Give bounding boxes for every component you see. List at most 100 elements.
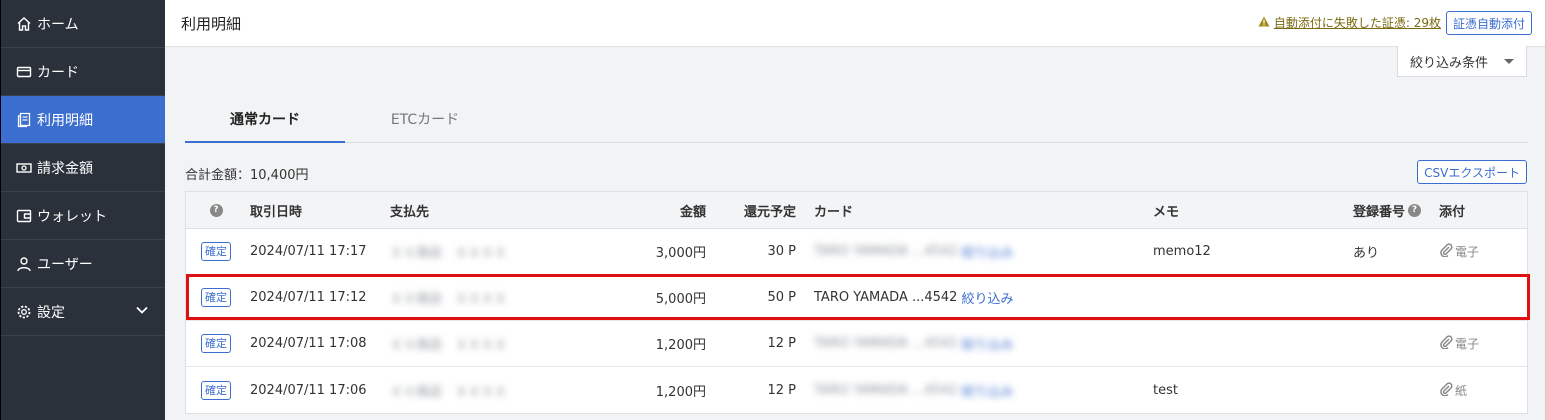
card-filter-link[interactable]: 絞り込み [961, 242, 1013, 261]
status-badge: 確定 [201, 334, 231, 353]
paperclip-icon [1439, 243, 1453, 260]
auto-attach-button[interactable]: 証憑自動添付 [1445, 11, 1532, 35]
transaction-date: 2024/07/11 17:12 [250, 290, 367, 305]
attachment[interactable]: 電子 [1439, 229, 1479, 274]
filter-conditions-button[interactable]: 絞り込み条件 [1397, 46, 1527, 77]
transaction-date: 2024/07/11 17:06 [250, 382, 367, 398]
attachment-type: 紙 [1455, 383, 1468, 398]
amount: 1,200円 [655, 338, 706, 353]
attachment-type: 電子 [1455, 245, 1480, 259]
topbar: 利用明細 自動添付に失敗した証憑: 29枚 証憑自動添付 [165, 0, 1545, 47]
card-icon [15, 63, 33, 81]
statement-icon [15, 111, 33, 129]
sidebar-item-label: 利用明細 [37, 112, 93, 129]
caret-down-icon [1504, 59, 1514, 64]
header-registration: 登録番号 ? [1353, 192, 1422, 228]
status-badge: 確定 [201, 380, 231, 400]
amount: 1,200円 [655, 384, 706, 400]
amount: 3,000円 [655, 246, 706, 261]
card-filter-link[interactable]: 絞り込み [961, 334, 1013, 353]
card-info: TARO YAMADA ...4542 絞り込み [814, 321, 1013, 366]
header-attachment: 添付 [1439, 204, 1466, 220]
transactions-table: ? 取引日時 支払先 金額 還元予定 カード メモ 登録番号 ? 添付 確定 2… [185, 191, 1528, 414]
header-amount: 金額 [679, 204, 706, 220]
header-date: 取引日時 [250, 204, 303, 220]
paperclip-icon [1439, 335, 1453, 352]
sidebar-item-wallet[interactable]: ウォレット [1, 192, 165, 240]
attachment[interactable]: 電子 [1439, 321, 1479, 366]
sidebar: ホーム カード 利用明細 請求金額 ウォレット ユーザー 設定 [0, 0, 165, 420]
header-memo: メモ [1153, 204, 1180, 220]
sidebar-item-billing[interactable]: 請求金額 [1, 144, 165, 192]
money-icon [15, 159, 33, 177]
attachment-type: 電子 [1455, 337, 1480, 351]
gear-icon [15, 303, 33, 321]
total-amount: 合計金額：10,400円 [185, 168, 309, 183]
sidebar-item-label: ウォレット [37, 208, 107, 225]
registration-number: あり [1353, 246, 1380, 261]
card-filter-link[interactable]: 絞り込み [961, 288, 1013, 307]
failed-attachments-link[interactable]: 自動添付に失敗した証憑: 29枚 [1274, 14, 1441, 31]
page-title: 利用明細 [181, 14, 242, 33]
chevron-down-icon[interactable] [135, 303, 149, 321]
home-icon [15, 15, 33, 33]
wallet-icon [15, 207, 33, 225]
main-content: 利用明細 自動添付に失敗した証憑: 29枚 証憑自動添付 絞り込み条件 通常カー… [165, 0, 1546, 420]
user-icon [15, 255, 33, 273]
payee: ＸＸ商店 ＸＸＸＸ [390, 384, 508, 400]
card-holder: TARO YAMADA ...4542 [814, 290, 958, 305]
sidebar-item-statement[interactable]: 利用明細 [1, 96, 165, 144]
card-info: TARO YAMADA ...4542 絞り込み [814, 275, 1013, 320]
sidebar-item-label: カード [37, 64, 79, 81]
tab-normal-card[interactable]: 通常カード [185, 96, 345, 143]
points: 50 P [767, 290, 796, 305]
payee: ＸＸ商店 ＸＸＸＸ [390, 246, 508, 261]
paperclip-icon [1439, 381, 1453, 399]
header-card: カード [814, 204, 854, 220]
memo: memo12 [1153, 244, 1211, 259]
memo: test [1153, 382, 1178, 398]
status-badge: 確定 [201, 242, 231, 261]
header-payee: 支払先 [390, 204, 430, 220]
payee: ＸＸ商店 ＸＸＸＸ [390, 292, 508, 307]
sidebar-item-home[interactable]: ホーム [1, 0, 165, 48]
table-row[interactable]: 確定 2024/07/11 17:12 ＸＸ商店 ＸＸＸＸ 5,000円 50 … [186, 275, 1527, 321]
help-icon[interactable]: ? [1408, 203, 1422, 217]
table-row[interactable]: 確定 2024/07/11 17:08 ＸＸ商店 ＸＸＸＸ 1,200円 12 … [186, 321, 1527, 367]
payee: ＸＸ商店 ＸＸＸＸ [390, 338, 508, 353]
amount: 5,000円 [655, 292, 706, 307]
sidebar-item-card[interactable]: カード [1, 48, 165, 96]
card-info: TARO YAMADA ...4542 絞り込み [814, 229, 1013, 274]
header-registration-label: 登録番号 [1353, 204, 1406, 220]
status-badge: 確定 [201, 288, 231, 307]
card-holder: TARO YAMADA ...4542 [814, 244, 958, 259]
card-holder: TARO YAMADA ...4542 [814, 382, 958, 398]
table-row[interactable]: 確定 2024/07/11 17:06 ＸＸ商店 ＸＸＸＸ 1,200円 12 … [186, 367, 1527, 413]
attachment[interactable]: 紙 [1439, 367, 1467, 413]
sidebar-item-user[interactable]: ユーザー [1, 240, 165, 288]
sidebar-item-label: 請求金額 [37, 160, 93, 177]
points: 12 P [767, 336, 796, 351]
attachment-warning: 自動添付に失敗した証憑: 29枚 [1258, 14, 1441, 31]
filter-label: 絞り込み条件 [1410, 55, 1489, 71]
status-help-cell[interactable]: ? [204, 192, 228, 228]
help-icon[interactable]: ? [209, 203, 223, 217]
sidebar-item-label: ホーム [37, 16, 79, 33]
card-holder: TARO YAMADA ...4542 [814, 336, 958, 351]
card-info: TARO YAMADA ...4542 絞り込み [814, 367, 1013, 413]
tab-etc-card[interactable]: ETCカード [345, 96, 505, 142]
table-header: ? 取引日時 支払先 金額 還元予定 カード メモ 登録番号 ? 添付 [186, 192, 1527, 229]
warning-icon [1258, 16, 1270, 30]
card-tabs: 通常カード ETCカード [185, 96, 1528, 143]
sidebar-item-settings[interactable]: 設定 [1, 288, 165, 336]
points: 30 P [767, 244, 796, 259]
header-points: 還元予定 [743, 204, 796, 220]
card-filter-link[interactable]: 絞り込み [961, 381, 1013, 400]
sidebar-item-label: 設定 [37, 304, 65, 321]
points: 12 P [767, 382, 796, 398]
table-row[interactable]: 確定 2024/07/11 17:17 ＸＸ商店 ＸＸＸＸ 3,000円 30 … [186, 229, 1527, 275]
transaction-date: 2024/07/11 17:17 [250, 244, 367, 259]
transaction-date: 2024/07/11 17:08 [250, 336, 367, 351]
sidebar-item-label: ユーザー [37, 256, 93, 273]
csv-export-button[interactable]: CSVエクスポート [1417, 160, 1527, 184]
